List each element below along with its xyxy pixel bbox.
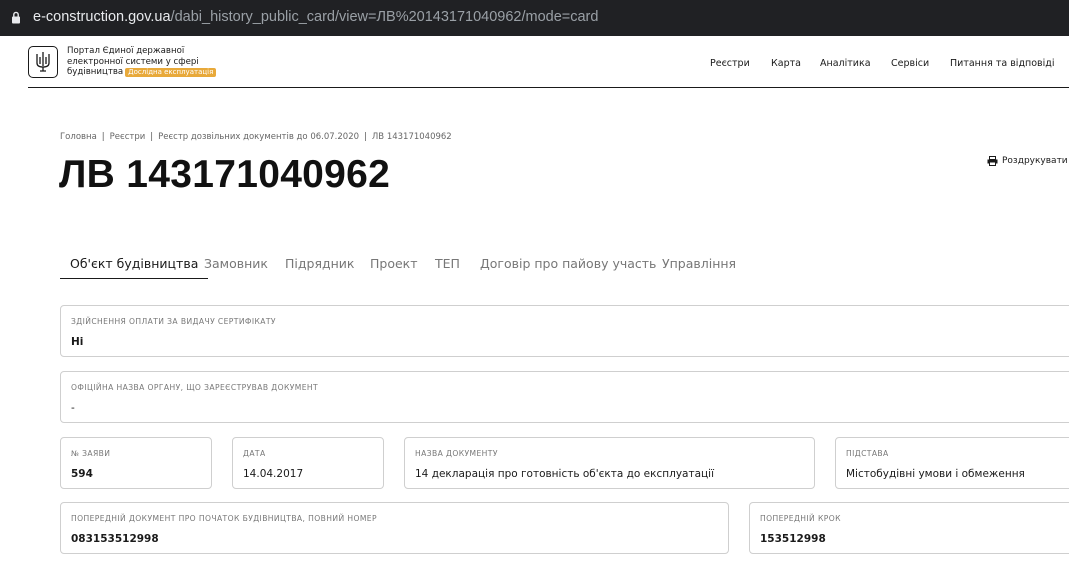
breadcrumb-current: ЛВ 143171040962: [371, 132, 452, 142]
date-label: Дата: [243, 449, 266, 458]
trident-icon: [36, 52, 50, 72]
nav-map[interactable]: Карта: [771, 58, 801, 69]
basis-label: Підстава: [846, 449, 889, 458]
basis-field[interactable]: Підстава Містобудівні умови і обмеження: [835, 437, 1069, 489]
date-field[interactable]: Дата 14.04.2017: [232, 437, 384, 489]
portal-line-2: електронної системи у сфері: [67, 56, 199, 67]
print-button[interactable]: Роздрукувати: [987, 156, 1068, 166]
page-title: ЛВ 143171040962: [59, 153, 391, 196]
portal-name[interactable]: Портал Єдиної державної електронної сист…: [67, 46, 217, 78]
previous-step-label: Попередній крок: [760, 514, 841, 523]
tab-customer[interactable]: Замовник: [204, 250, 268, 279]
document-name-label: Назва документу: [415, 449, 498, 458]
previous-step-field[interactable]: Попередній крок 153512998: [749, 502, 1069, 554]
site-header: Портал Єдиної державної електронної сист…: [28, 38, 1069, 88]
nav-services[interactable]: Сервіси: [891, 58, 929, 69]
application-number-label: № заяви: [71, 449, 111, 458]
application-number-field[interactable]: № заяви 594: [60, 437, 212, 489]
tab-equity-agreement[interactable]: Договір про пайову участь: [480, 250, 656, 279]
nav-faq[interactable]: Питання та відповіді: [950, 58, 1054, 69]
portal-line-1: Портал Єдиної державної: [67, 46, 185, 56]
tab-construction-object[interactable]: Об'єкт будівництва: [60, 250, 209, 279]
tab-tep[interactable]: ТЕП: [435, 250, 460, 279]
print-label: Роздрукувати: [1002, 156, 1068, 166]
breadcrumb-separator: |: [150, 132, 154, 142]
breadcrumb-home[interactable]: Головна: [60, 132, 97, 142]
previous-step-value: 153512998: [760, 533, 826, 545]
basis-value: Містобудівні умови і обмеження: [846, 468, 1025, 480]
nav-analytics[interactable]: Аналітика: [820, 58, 871, 69]
previous-document-field[interactable]: Попередній документ про початок будівниц…: [60, 502, 729, 554]
printer-icon: [987, 156, 998, 166]
payment-field[interactable]: Здійснення оплати за видачу сертифікату …: [60, 305, 1069, 357]
url-text[interactable]: e-construction.gov.ua/dabi_history_publi…: [33, 9, 598, 25]
url-host: e-construction.gov.ua: [33, 9, 171, 25]
portal-line-3: будівництва: [67, 67, 124, 77]
breadcrumb-registry[interactable]: Реєстр дозвільних документів до 06.07.20…: [158, 132, 359, 142]
document-name-value: 14 декларація про готовність об'єкта до …: [415, 468, 715, 480]
previous-document-label: Попередній документ про початок будівниц…: [71, 514, 377, 523]
lock-icon: [12, 11, 20, 24]
authority-value: -: [71, 402, 75, 414]
url-path: /dabi_history_public_card/view=ЛВ%201431…: [170, 9, 599, 25]
breadcrumb: Головна | Реєстри | Реєстр дозвільних докуме…: [60, 132, 452, 142]
trial-badge: Дослідна експлуатація: [125, 68, 217, 77]
tab-management[interactable]: Управління: [662, 250, 736, 279]
nav-registries[interactable]: Реєстри: [710, 58, 750, 69]
tab-contractor[interactable]: Підрядник: [285, 250, 354, 279]
authority-field[interactable]: Офіційна назва органу, що зареєстрував д…: [60, 371, 1069, 423]
payment-value: Ні: [71, 336, 84, 348]
payment-label: Здійснення оплати за видачу сертифікату: [71, 317, 276, 326]
document-name-field[interactable]: Назва документу 14 декларація про готовн…: [404, 437, 815, 489]
tab-project[interactable]: Проект: [370, 250, 418, 279]
authority-label: Офіційна назва органу, що зареєстрував д…: [71, 383, 319, 392]
breadcrumb-separator: |: [101, 132, 105, 142]
trident-logo-icon[interactable]: [28, 46, 58, 78]
date-value: 14.04.2017: [243, 468, 304, 480]
previous-document-value: 083153512998: [71, 533, 159, 545]
breadcrumb-registries[interactable]: Реєстри: [110, 132, 146, 142]
breadcrumb-separator: |: [364, 132, 367, 142]
browser-address-bar[interactable]: e-construction.gov.ua/dabi_history_publi…: [0, 0, 1069, 36]
application-number-value: 594: [71, 468, 93, 480]
